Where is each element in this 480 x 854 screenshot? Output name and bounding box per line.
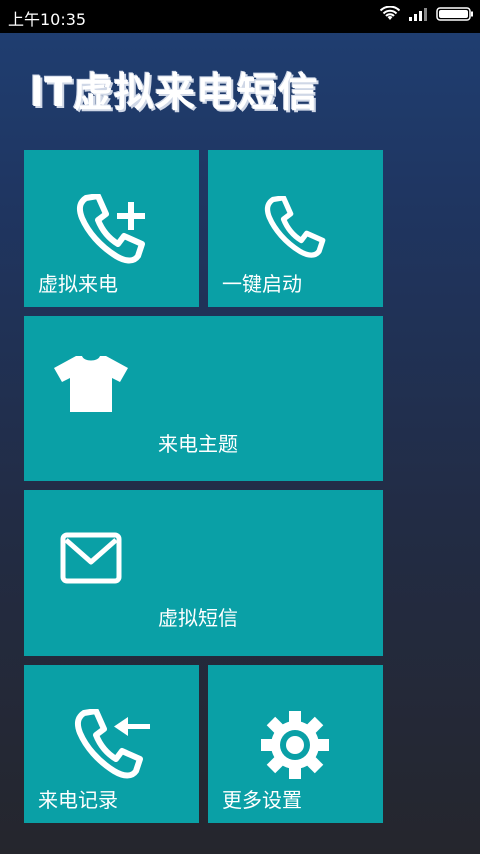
gear-icon <box>261 711 329 779</box>
one-key-start-label: 一键启动 <box>222 272 302 296</box>
call-theme-tile[interactable]: 来电主题 <box>24 316 383 481</box>
tshirt-icon <box>54 356 128 412</box>
call-theme-label: 来电主题 <box>158 432 238 456</box>
status-icons <box>380 6 474 22</box>
more-settings-label: 更多设置 <box>222 788 302 812</box>
status-bar: 上午10:35 <box>0 0 480 33</box>
virtual-call-tile[interactable]: 虚拟来电 <box>24 150 199 307</box>
virtual-sms-label: 虚拟短信 <box>158 606 238 630</box>
wifi-icon <box>380 6 400 20</box>
status-time: 上午10:35 <box>8 10 87 29</box>
call-log-label: 来电记录 <box>38 788 118 812</box>
app-title: lT虚拟来电短信 <box>30 70 319 116</box>
call-log-tile[interactable]: 来电记录 <box>24 665 199 823</box>
phone-incoming-icon <box>74 709 150 779</box>
battery-icon <box>436 7 473 21</box>
phone-icon <box>264 196 326 258</box>
phone-add-icon <box>76 194 145 264</box>
more-settings-tile[interactable]: 更多设置 <box>208 665 383 823</box>
virtual-sms-tile[interactable]: 虚拟短信 <box>24 490 383 656</box>
envelope-icon <box>60 532 122 584</box>
virtual-call-label: 虚拟来电 <box>38 272 118 296</box>
signal-icon <box>409 8 427 21</box>
one-key-start-tile[interactable]: 一键启动 <box>208 150 383 307</box>
